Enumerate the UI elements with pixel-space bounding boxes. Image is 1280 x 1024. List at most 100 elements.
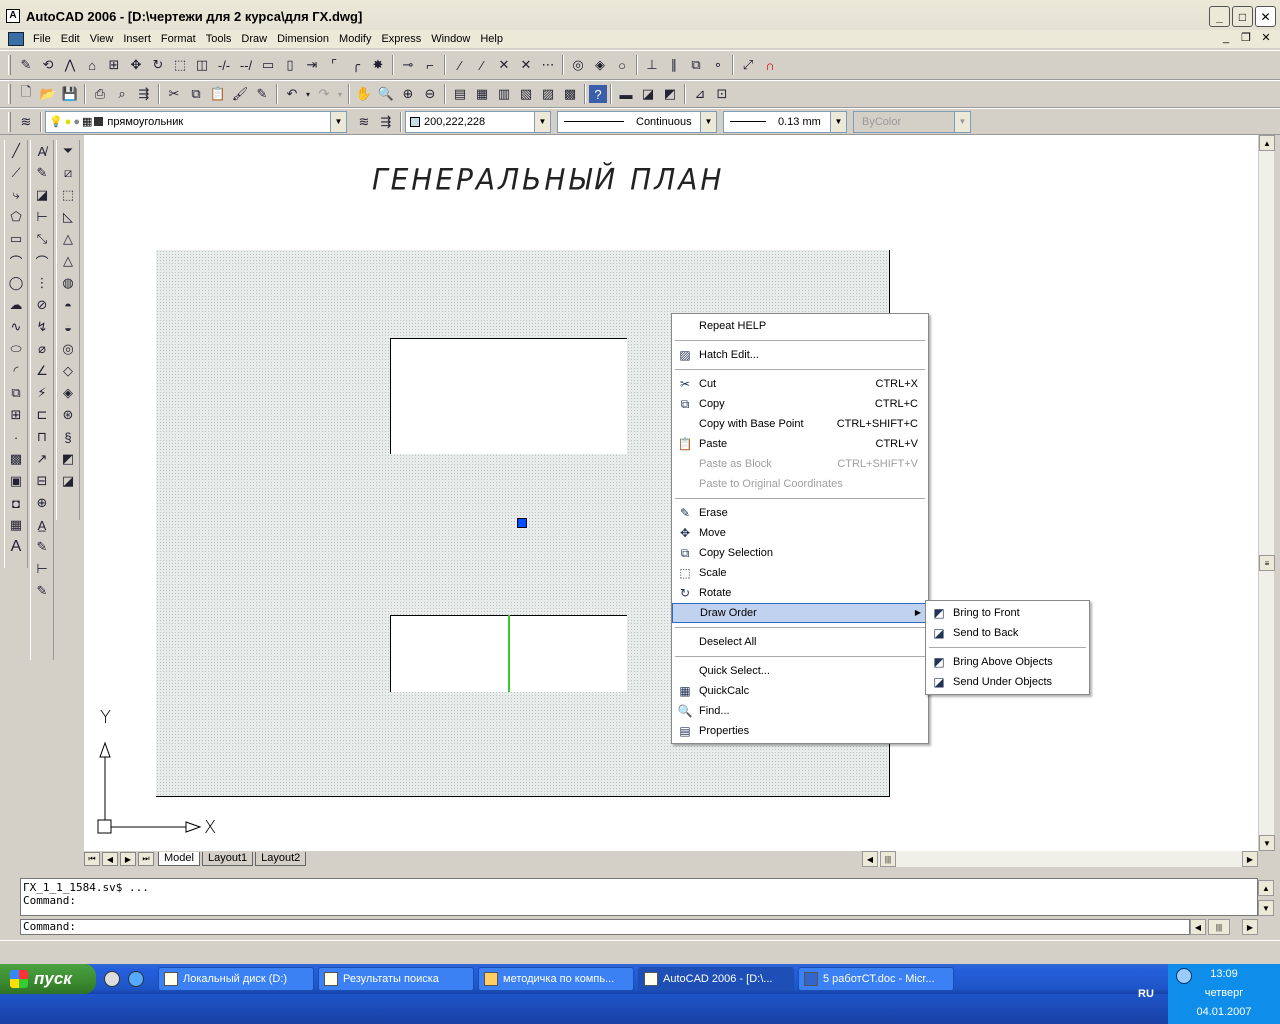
properties-tb-icon[interactable]: ▤ bbox=[449, 83, 471, 105]
menu-item-erase[interactable]: ✎ Erase bbox=[672, 503, 928, 523]
diameter-dimension-icon[interactable]: ⌀ bbox=[31, 338, 53, 360]
snap-none-icon[interactable]: ∩ bbox=[759, 54, 781, 76]
help-icon[interactable]: ? bbox=[589, 85, 607, 103]
gradient-icon[interactable]: ▣ bbox=[5, 470, 27, 492]
angular-dimension-icon[interactable]: ∠ bbox=[31, 360, 53, 382]
linear-dimension-icon[interactable]: ⊢ bbox=[31, 206, 53, 228]
jogged-dimension-icon[interactable]: ↯ bbox=[31, 316, 53, 338]
snap-temp-track-icon[interactable]: ⊸ bbox=[397, 54, 419, 76]
express-tool-2-icon[interactable]: ◪ bbox=[637, 83, 659, 105]
next-tab-button[interactable]: ▶ bbox=[120, 852, 136, 866]
menu-item-quick-select[interactable]: Quick Select... bbox=[672, 661, 928, 681]
snap-parallel-icon[interactable]: ∥ bbox=[663, 54, 685, 76]
sheet-set-icon[interactable]: ▧ bbox=[515, 83, 537, 105]
menu-item-move[interactable]: ✥ Move bbox=[672, 523, 928, 543]
linetype-select[interactable]: Continuous ▼ bbox=[557, 110, 717, 133]
trim-icon[interactable]: -/- bbox=[213, 54, 235, 76]
menu-item-quickcalc[interactable]: ▦ QuickCalc bbox=[672, 681, 928, 701]
radius-dimension-icon[interactable]: ⊘ bbox=[31, 294, 53, 316]
menu-insert[interactable]: Insert bbox=[118, 33, 156, 45]
chevron-down-icon[interactable]: ▼ bbox=[830, 111, 846, 132]
snap-quadrant-icon[interactable]: ◈ bbox=[589, 54, 611, 76]
menu-file[interactable]: File bbox=[28, 33, 56, 45]
dim-override-icon[interactable]: ✎ bbox=[31, 580, 53, 602]
color-select[interactable]: 200,222,228 ▼ bbox=[405, 110, 551, 133]
continue-dim-icon[interactable]: ⊓ bbox=[31, 426, 53, 448]
layer-manager-icon[interactable]: ≋ bbox=[15, 111, 37, 133]
match-properties-icon[interactable]: 🖌 bbox=[229, 83, 251, 105]
block-editor-icon[interactable]: ✎ bbox=[251, 83, 273, 105]
scroll-right-button[interactable]: ▶ bbox=[1242, 851, 1258, 867]
menu-item-properties[interactable]: ▤ Properties bbox=[672, 721, 928, 741]
undo-dropdown-icon[interactable]: ▾ bbox=[303, 83, 313, 105]
quickcalc-tb-icon[interactable]: ▩ bbox=[559, 83, 581, 105]
arc-icon[interactable]: ⌒ bbox=[5, 250, 27, 272]
tab-model[interactable]: Model bbox=[158, 852, 200, 866]
express-tool-5-icon[interactable]: ⊡ bbox=[711, 83, 733, 105]
quick-dim-icon[interactable]: ⚡ bbox=[31, 382, 53, 404]
save-icon[interactable]: 💾 bbox=[59, 83, 81, 105]
aligned-dim-icon[interactable]: ⋀ bbox=[59, 54, 81, 76]
cone-icon[interactable]: △ bbox=[57, 250, 79, 272]
maximize-button[interactable]: □ bbox=[1232, 6, 1253, 27]
zoom-window-icon[interactable]: ⊕ bbox=[397, 83, 419, 105]
chamfer-icon[interactable]: ⌜ bbox=[323, 54, 345, 76]
menu-item-scale[interactable]: ⬚ Scale bbox=[672, 563, 928, 583]
task-button-word[interactable]: 5 работСТ.doc - Micr... bbox=[798, 967, 954, 991]
snap-apparent-icon[interactable]: ✕ bbox=[515, 54, 537, 76]
snap-node-icon[interactable]: ∘ bbox=[707, 54, 729, 76]
snap-from-icon[interactable]: ⌐ bbox=[419, 54, 441, 76]
cmd-hscroll-thumb[interactable]: ||| bbox=[1208, 919, 1230, 935]
snap-extension-icon[interactable]: ⋯ bbox=[537, 54, 559, 76]
polygon-icon[interactable]: ⬠ bbox=[5, 206, 27, 228]
layer-previous-icon[interactable]: ⇶ bbox=[375, 111, 397, 133]
dim-text-align-icon[interactable]: ✎ bbox=[31, 536, 53, 558]
break-at-point-icon[interactable]: ▯ bbox=[279, 54, 301, 76]
doc-close-button[interactable]: ✕ bbox=[1258, 31, 1274, 45]
dim-edit-icon[interactable]: ✎ bbox=[31, 162, 53, 184]
menu-item-cut[interactable]: ✂ Cut CTRL+X bbox=[672, 374, 928, 394]
plot-icon[interactable]: ⎙ bbox=[89, 83, 111, 105]
menu-item-deselect-all[interactable]: Deselect All bbox=[672, 632, 928, 652]
menu-item-copy-with-base-point[interactable]: Copy with Base Point CTRL+SHIFT+C bbox=[672, 414, 928, 434]
make-object-layer-current-icon[interactable]: ≋ bbox=[353, 111, 375, 133]
chevron-down-icon[interactable]: ▼ bbox=[330, 111, 346, 132]
fillet-icon[interactable]: ╭ bbox=[345, 54, 367, 76]
menu-tools[interactable]: Tools bbox=[201, 33, 237, 45]
snap-perpendicular-icon[interactable]: ⊥ bbox=[641, 54, 663, 76]
multiline-text-icon[interactable]: A bbox=[5, 536, 27, 558]
snap-midpoint-icon[interactable]: ⁄ bbox=[471, 54, 493, 76]
wedge-icon[interactable]: ◺ bbox=[57, 206, 79, 228]
scale-tb-icon[interactable]: ⬚ bbox=[169, 54, 191, 76]
dome-icon[interactable]: ◓ bbox=[57, 294, 79, 316]
ellipse-icon[interactable]: ⬭ bbox=[5, 338, 27, 360]
doc-minimize-button[interactable]: _ bbox=[1218, 31, 1234, 45]
redo-icon[interactable]: ↷ bbox=[313, 83, 335, 105]
extend-icon[interactable]: --/ bbox=[235, 54, 257, 76]
snap-endpoint-icon[interactable]: ⁄ bbox=[449, 54, 471, 76]
scroll-left-button[interactable]: ◀ bbox=[862, 851, 878, 867]
chevron-down-icon[interactable]: ▼ bbox=[700, 111, 716, 132]
new-icon[interactable]: 🗋 bbox=[15, 83, 37, 105]
first-tab-button[interactable]: ⏮ bbox=[84, 852, 100, 866]
dim-update-icon[interactable]: ◪ bbox=[31, 184, 53, 206]
rotate-tb-icon[interactable]: ↻ bbox=[147, 54, 169, 76]
break-icon[interactable]: ▭ bbox=[257, 54, 279, 76]
sphere-icon[interactable]: ◍ bbox=[57, 272, 79, 294]
task-button-autocad[interactable]: AutoCAD 2006 - [D:\... bbox=[638, 967, 794, 991]
pan-realtime-icon[interactable]: ✋ bbox=[353, 83, 375, 105]
cmd-hscroll-left[interactable]: ◀ bbox=[1190, 919, 1206, 935]
ellipse-arc-icon[interactable]: ◜ bbox=[5, 360, 27, 382]
language-indicator[interactable]: RU bbox=[1138, 988, 1154, 1000]
express-tool-4-icon[interactable]: ⊿ bbox=[689, 83, 711, 105]
setup-view-icon[interactable]: ◪ bbox=[57, 470, 79, 492]
cut-tb-icon[interactable]: ✂ bbox=[163, 83, 185, 105]
menu-dimension[interactable]: Dimension bbox=[272, 33, 334, 45]
menu-modify[interactable]: Modify bbox=[334, 33, 376, 45]
construction-line-icon[interactable]: ⟋ bbox=[5, 162, 27, 184]
menu-item-draw-order[interactable]: Draw Order ▶ bbox=[672, 603, 928, 623]
autocad-app-icon[interactable]: A bbox=[6, 9, 20, 23]
zoom-previous-icon[interactable]: ⊖ bbox=[419, 83, 441, 105]
vertical-scrollbar[interactable]: ▲ ≡ ▼ bbox=[1258, 135, 1275, 851]
building-rect-upper[interactable] bbox=[390, 338, 627, 454]
